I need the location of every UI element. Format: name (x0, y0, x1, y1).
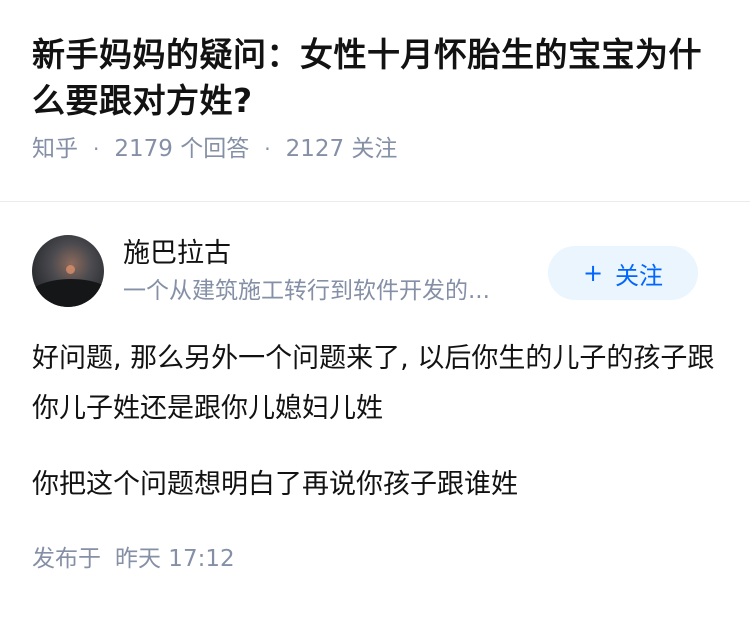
publish-time: 昨天 17:12 (115, 546, 235, 572)
question-meta: 知乎 · 2179 个回答 · 2127 关注 (32, 134, 722, 164)
meta-separator: · (264, 137, 271, 161)
followers-count: 2127 关注 (285, 136, 398, 162)
publish-label: 发布于 (32, 546, 101, 572)
avatar-sun-shape (66, 265, 75, 274)
author-name[interactable]: 施巴拉古 (123, 236, 231, 272)
answer-card: 施巴拉古 一个从建筑施工转行到软件开发的... + 关注 好问题, 那么另外一个… (32, 234, 718, 574)
meta-separator: · (93, 137, 100, 161)
answer-content: 好问题, 那么另外一个问题来了, 以后你生的儿子的孩子跟你儿子姓还是跟你儿媳妇儿… (32, 334, 718, 510)
follow-button-label: 关注 (615, 261, 664, 290)
publish-info: 发布于 昨天 17:12 (32, 544, 718, 574)
avatar[interactable] (32, 235, 104, 307)
question-title[interactable]: 新手妈妈的疑问：女性十月怀胎生的宝宝为什么要跟对方姓? (32, 32, 722, 124)
section-divider (0, 201, 750, 202)
author-row: 施巴拉古 一个从建筑施工转行到软件开发的... + 关注 (32, 234, 718, 308)
question-header: 新手妈妈的疑问：女性十月怀胎生的宝宝为什么要跟对方姓? 知乎 · 2179 个回… (32, 32, 722, 164)
answers-count[interactable]: 2179 个回答 (114, 134, 249, 164)
author-bio: 一个从建筑施工转行到软件开发的... (123, 278, 490, 304)
source-label[interactable]: 知乎 (32, 134, 78, 164)
answer-paragraph: 你把这个问题想明白了再说你孩子跟谁姓 (32, 469, 518, 500)
answer-paragraph: 好问题, 那么另外一个问题来了, 以后你生的儿子的孩子跟你儿子姓还是跟你儿媳妇儿… (32, 343, 715, 424)
plus-icon: + (582, 259, 604, 287)
follow-button[interactable]: + 关注 (548, 246, 698, 300)
avatar-ridge-shape (32, 279, 104, 307)
